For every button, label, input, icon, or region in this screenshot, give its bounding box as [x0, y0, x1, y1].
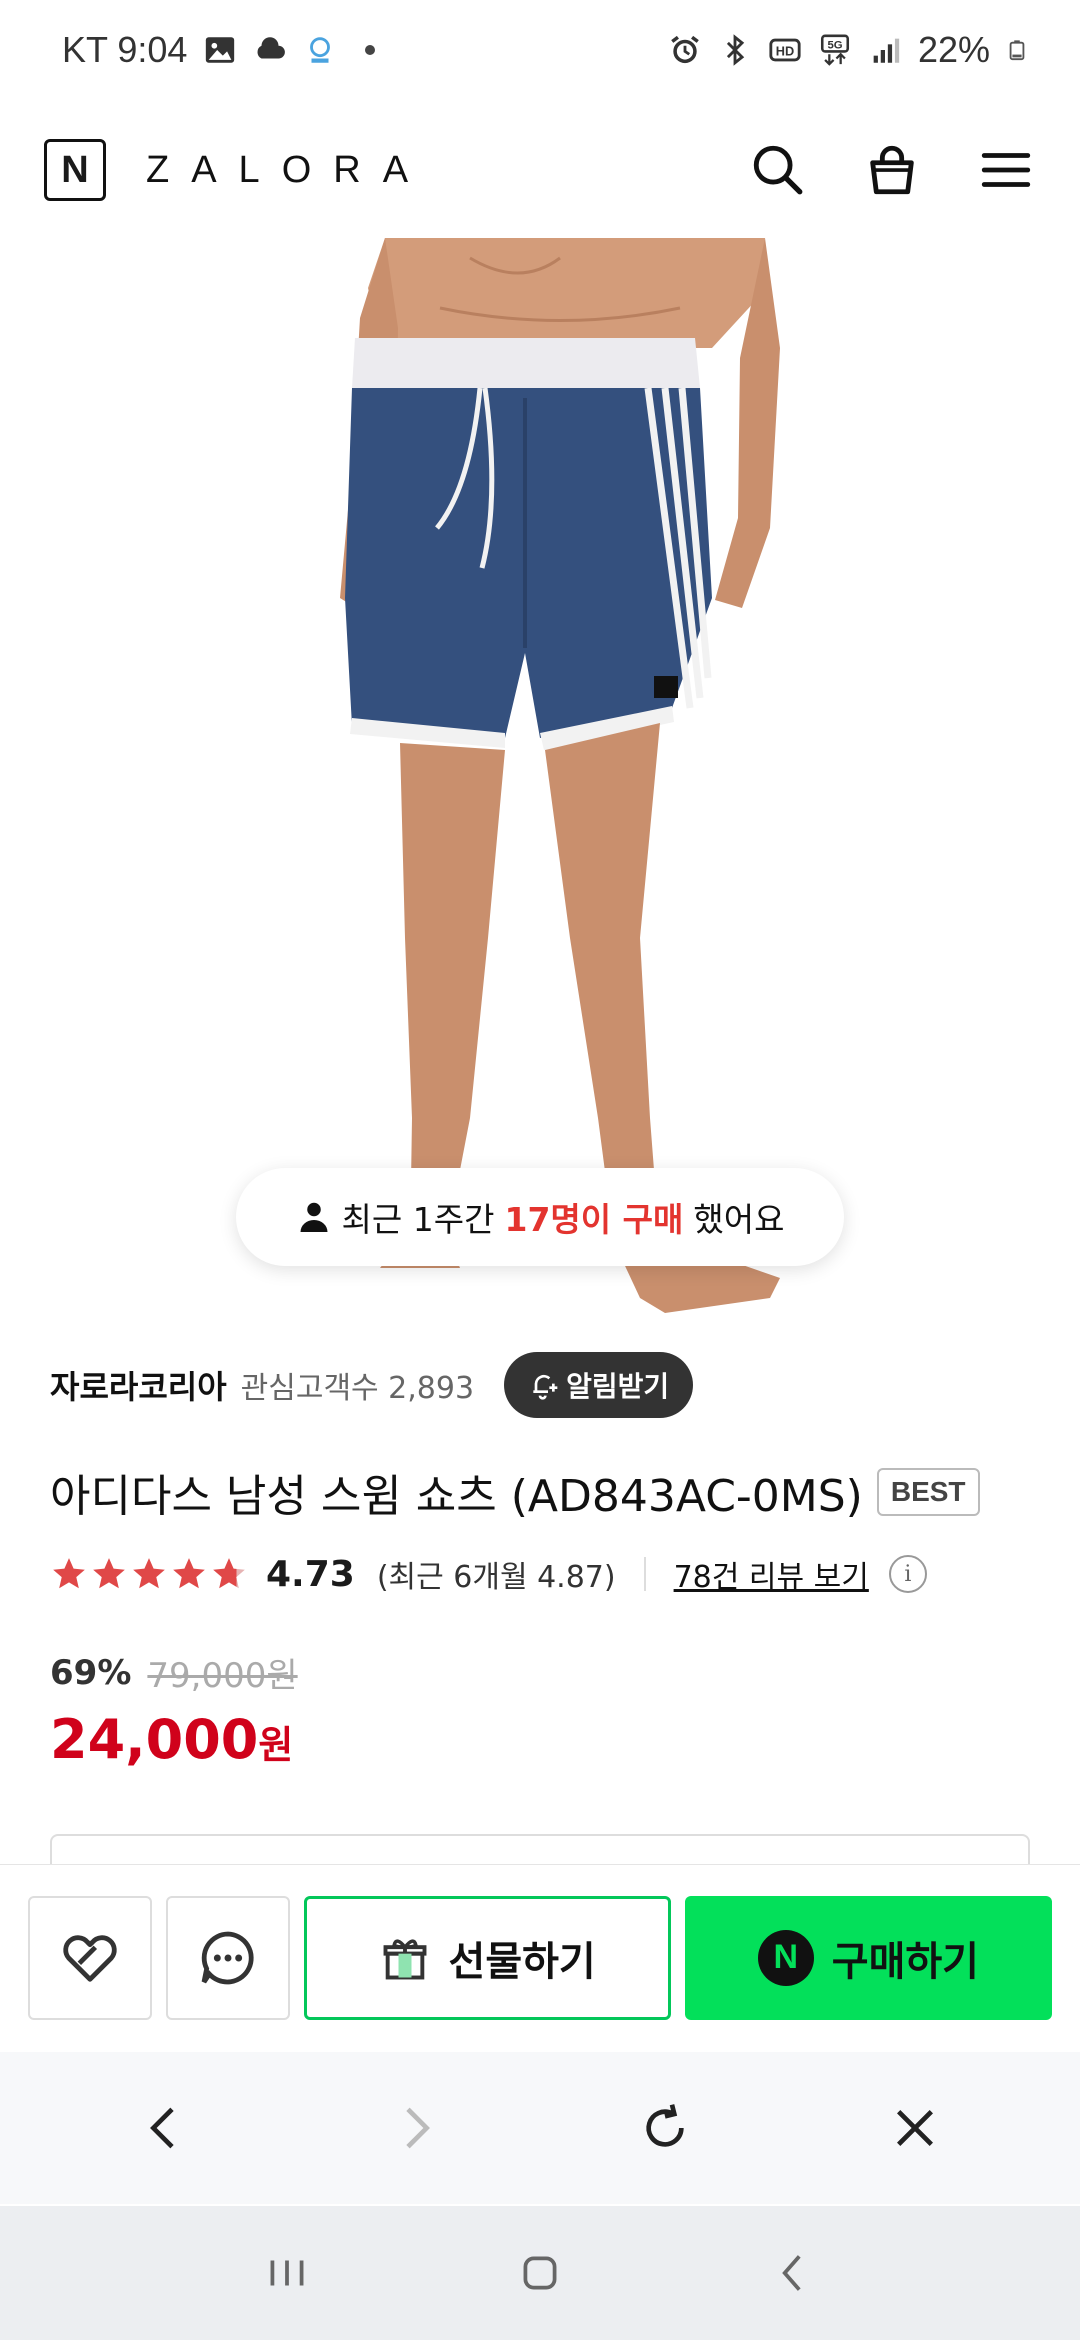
- menu-icon[interactable]: [976, 140, 1036, 200]
- buyers-prefix: 최근 1주간: [341, 1200, 495, 1239]
- site-header: N ZALORA: [0, 110, 1080, 230]
- gift-button[interactable]: 선물하기: [303, 1895, 671, 2020]
- cloud-icon: [257, 37, 286, 59]
- home-icon[interactable]: [500, 2233, 580, 2313]
- 5g-icon: 5G: [820, 34, 849, 66]
- discount-row: 69% 79,000원: [50, 1648, 298, 1697]
- rating-recent: (최근 6개월 4.87): [376, 1560, 616, 1595]
- star-icon: [93, 1558, 125, 1589]
- naver-pay-logo: N: [757, 1929, 814, 1986]
- buyers-suffix: 했어요: [693, 1200, 785, 1239]
- purchase-action-bar: 선물하기 N 구매하기: [0, 1864, 1080, 2050]
- buyers-highlight: 17명이 구매: [504, 1200, 684, 1239]
- original-price: 79,000원: [147, 1656, 298, 1696]
- followers-count: 관심고객수 2,893: [240, 1371, 475, 1406]
- product-photo: [340, 238, 780, 1313]
- rating-stars: [50, 1555, 248, 1593]
- divider: [643, 1557, 646, 1591]
- star-icon: [133, 1558, 165, 1589]
- svg-text:HD: HD: [776, 44, 794, 59]
- heart-icon: [63, 1934, 117, 1982]
- info-icon[interactable]: i: [888, 1555, 927, 1593]
- currency-unit: 원: [258, 1723, 294, 1767]
- bell-plus-icon: [533, 1374, 558, 1400]
- discount-rate: 69%: [50, 1652, 132, 1693]
- review-link[interactable]: 78건 리뷰 보기: [674, 1552, 869, 1596]
- best-badge: BEST: [876, 1468, 980, 1516]
- svg-text:5G: 5G: [827, 40, 842, 52]
- recent-buyers-pill: 최근 1주간 17명이 구매 했어요: [236, 1168, 844, 1266]
- search-icon[interactable]: [748, 140, 808, 200]
- talk-button[interactable]: [165, 1895, 290, 2020]
- price-row: 24,000 원: [50, 1708, 293, 1771]
- rating-score: 4.73: [266, 1553, 355, 1595]
- status-right: HD 5G 22%: [668, 29, 1028, 71]
- notify-button[interactable]: 알림받기: [504, 1352, 694, 1418]
- product-title: 아디다스 남성 스윔 쇼츠 (AD843AC-0MS): [50, 1471, 863, 1522]
- signal-icon: [873, 38, 900, 63]
- rating-row: 4.73 (최근 6개월 4.87) 78건 리뷰 보기 i: [50, 1552, 927, 1596]
- status-left: KT 9:04: [62, 29, 376, 71]
- notify-label: 알림받기: [566, 1370, 670, 1403]
- forward-icon[interactable]: [370, 2083, 460, 2173]
- chat-icon: [201, 1931, 254, 1984]
- back-icon[interactable]: [753, 2233, 833, 2313]
- gift-icon: [383, 1938, 426, 1979]
- buy-label: 구매하기: [831, 1938, 979, 1985]
- product-image[interactable]: [0, 238, 1080, 1318]
- gallery-icon: [206, 37, 235, 63]
- battery-icon: [1009, 40, 1025, 61]
- browser-toolbar: [0, 2052, 1080, 2204]
- brand-name[interactable]: ZALORA: [146, 149, 430, 192]
- system-navigation-bar: [0, 2206, 1080, 2340]
- person-icon: [300, 1202, 328, 1232]
- alarm-icon: [671, 35, 699, 64]
- star-icon: [173, 1558, 205, 1589]
- star-icon: [53, 1558, 85, 1589]
- app-notification-icon: [310, 37, 331, 63]
- shopping-bag-icon[interactable]: [862, 140, 922, 200]
- close-icon[interactable]: [870, 2083, 960, 2173]
- hd-icon: HD: [769, 38, 801, 62]
- carrier-time: KT 9:04: [62, 29, 188, 70]
- back-icon[interactable]: [120, 2083, 210, 2173]
- gift-label: 선물하기: [448, 1938, 596, 1985]
- zalora-logo[interactable]: N: [44, 139, 106, 201]
- header-actions: [748, 140, 1036, 200]
- buy-button[interactable]: N 구매하기: [684, 1895, 1052, 2020]
- seller-row: 자로라코리아 관심고객수 2,893 알림받기: [50, 1352, 694, 1418]
- status-bar: KT 9:04 HD 5G 22%: [0, 0, 1080, 100]
- recents-icon[interactable]: [247, 2233, 327, 2313]
- dot-icon: [365, 45, 376, 55]
- refresh-icon[interactable]: [620, 2083, 710, 2173]
- star-half-icon: [213, 1558, 245, 1589]
- wishlist-button[interactable]: [28, 1895, 152, 2020]
- seller-name[interactable]: 자로라코리아: [50, 1362, 227, 1408]
- bluetooth-icon: [726, 34, 745, 66]
- sale-price: 24,000: [50, 1708, 259, 1771]
- product-title-row: 아디다스 남성 스윔 쇼츠 (AD843AC-0MS) BEST: [50, 1460, 980, 1524]
- battery-percent: 22%: [917, 29, 990, 70]
